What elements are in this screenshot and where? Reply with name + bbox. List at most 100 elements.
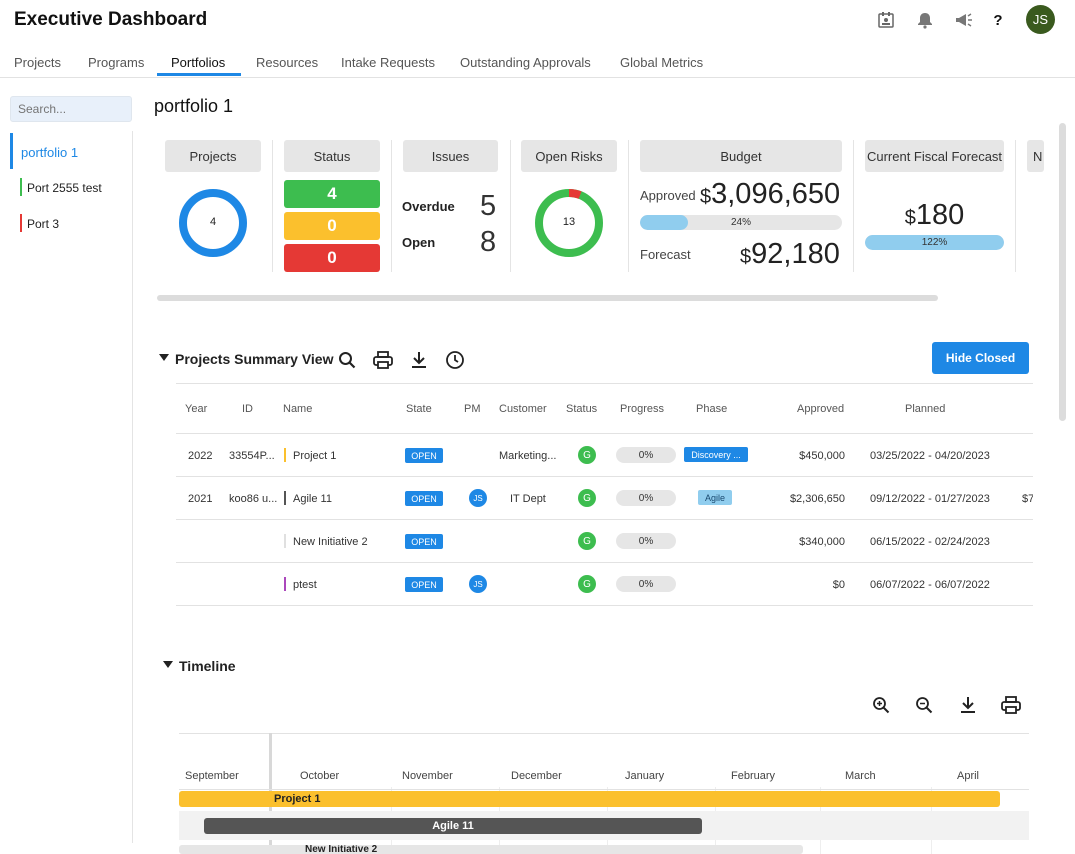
sidebar-item-marker: [20, 214, 22, 232]
sidebar-item-label: Port 2555 test: [27, 181, 102, 195]
zoom-in-icon[interactable]: [870, 694, 892, 716]
page-title: portfolio 1: [154, 96, 234, 116]
cell-id: 33554P...: [229, 450, 275, 462]
table-row[interactable]: 2022 33554P... Project 1 OPEN Marketing.…: [176, 434, 1033, 477]
print-icon[interactable]: [372, 349, 394, 371]
calendar-icon[interactable]: [874, 8, 898, 32]
cell-approved: $0: [832, 579, 845, 591]
col-header-customer[interactable]: Customer: [499, 403, 547, 415]
cell-name[interactable]: New Initiative 2: [293, 536, 368, 548]
table-bottom-border: [176, 605, 1033, 606]
card-header-projects: Projects: [165, 140, 261, 172]
col-header-pm[interactable]: PM: [464, 403, 481, 415]
row-color-marker: [284, 534, 286, 548]
app-title: Executive Dashboard: [14, 9, 208, 30]
table-row[interactable]: ptest OPEN JS G 0% $0 06/07/2022 - 06/07…: [176, 563, 1033, 606]
page-vertical-scrollbar[interactable]: [1059, 123, 1066, 421]
cell-name[interactable]: ptest: [293, 579, 317, 591]
sidebar-item-portfolio-1[interactable]: portfolio 1: [10, 133, 132, 169]
row-color-marker: [284, 577, 286, 591]
fiscal-forecast-value: $180: [904, 199, 965, 231]
tab-programs[interactable]: Programs: [88, 55, 144, 70]
issues-open-count: 8: [480, 226, 497, 258]
month-label: November: [402, 770, 453, 782]
download-icon[interactable]: [408, 349, 430, 371]
cell-approved: $340,000: [799, 536, 845, 548]
sidebar-item-port-2555-test[interactable]: Port 2555 test: [20, 178, 132, 196]
sidebar-item-marker: [20, 178, 22, 196]
cell-planned: 03/25/2022 - 04/20/2023: [870, 450, 990, 462]
sidebar-search-input[interactable]: [10, 96, 132, 122]
progress-pill: 0%: [616, 447, 676, 463]
status-yellow-count: 0: [284, 212, 380, 240]
issues-open-label: Open: [402, 235, 436, 250]
sidebar-item-port-3[interactable]: Port 3: [20, 214, 132, 232]
collapse-caret-icon[interactable]: [163, 661, 173, 669]
megaphone-icon[interactable]: [952, 8, 976, 32]
table-row[interactable]: New Initiative 2 OPEN G 0% $340,000 06/1…: [176, 520, 1033, 563]
timeline-bar-agile-11[interactable]: Agile 11: [204, 818, 702, 834]
bell-icon[interactable]: [913, 8, 937, 32]
tab-global-metrics[interactable]: Global Metrics: [620, 55, 703, 70]
tab-projects[interactable]: Projects: [14, 55, 61, 70]
collapse-caret-icon[interactable]: [159, 354, 169, 362]
issues-overdue-count: 5: [480, 190, 497, 222]
phase-badge: Discovery ...: [684, 447, 748, 462]
clock-icon[interactable]: [444, 349, 466, 371]
col-header-progress[interactable]: Progress: [620, 403, 664, 415]
card-header-next: N: [1027, 140, 1044, 172]
sidebar-item-marker: [10, 133, 13, 169]
col-header-year[interactable]: Year: [185, 403, 207, 415]
col-header-approved[interactable]: Approved: [797, 403, 844, 415]
budget-forecast-value: $92,180: [740, 238, 840, 270]
card-header-issues: Issues: [403, 140, 498, 172]
cell-year: 2021: [188, 493, 213, 505]
timeline-bar-new-initiative-2[interactable]: New Initiative 2: [179, 845, 803, 854]
col-header-planned[interactable]: Planned: [905, 403, 945, 415]
month-label: October: [300, 770, 340, 782]
state-badge: OPEN: [405, 534, 443, 549]
tab-resources[interactable]: Resources: [256, 55, 318, 70]
cell-id: koo86 u...: [229, 493, 278, 505]
timeline-bar-project-1[interactable]: Project 1: [179, 791, 1000, 807]
col-header-state[interactable]: State: [406, 403, 432, 415]
timeline-print-icon[interactable]: [1000, 694, 1022, 716]
avatar[interactable]: JS: [1026, 5, 1055, 34]
cards-horizontal-scrollbar[interactable]: [157, 295, 938, 301]
cell-name[interactable]: Project 1: [293, 450, 336, 462]
summary-section-title: Projects Summary View: [175, 351, 334, 367]
table-top-border: [176, 383, 1033, 384]
cell-overflow: $7: [1022, 493, 1033, 505]
tab-portfolios[interactable]: Portfolios: [171, 55, 225, 70]
fiscal-forecast-pct: 122%: [921, 237, 948, 248]
month-label: March: [845, 770, 876, 782]
zoom-out-icon[interactable]: [913, 694, 935, 716]
timeline-download-icon[interactable]: [957, 694, 979, 716]
tab-intake-requests[interactable]: Intake Requests: [341, 55, 435, 70]
month-label: April: [957, 770, 980, 782]
sidebar-item-label: Port 3: [27, 217, 60, 231]
card-divider: [853, 140, 854, 272]
col-header-id[interactable]: ID: [242, 403, 253, 415]
help-icon[interactable]: ?: [986, 8, 1010, 32]
table-row[interactable]: 2021 koo86 u... Agile 11 OPEN JS IT Dept…: [176, 477, 1033, 520]
progress-pill: 0%: [616, 576, 676, 592]
main-tabs: Projects Programs Portfolios Resources I…: [0, 48, 1075, 78]
budget-approved-value: $3,096,650: [700, 178, 841, 210]
hide-closed-button[interactable]: Hide Closed: [932, 342, 1029, 374]
tab-outstanding-approvals[interactable]: Outstanding Approvals: [460, 55, 591, 70]
month-label: January: [625, 770, 665, 782]
col-header-name[interactable]: Name: [283, 403, 312, 415]
state-badge: OPEN: [405, 448, 443, 463]
cell-name[interactable]: Agile 11: [293, 493, 332, 505]
timeline-header-border: [179, 789, 1029, 790]
cell-planned: 09/12/2022 - 01/27/2023: [870, 493, 990, 505]
search-icon[interactable]: [336, 349, 358, 371]
col-header-status[interactable]: Status: [566, 403, 597, 415]
col-header-phase[interactable]: Phase: [696, 403, 727, 415]
timeline-top-border: [179, 733, 1029, 734]
issues-overdue-label: Overdue: [402, 199, 455, 214]
state-badge: OPEN: [405, 491, 443, 506]
card-divider: [510, 140, 511, 272]
status-indicator: G: [578, 446, 596, 464]
